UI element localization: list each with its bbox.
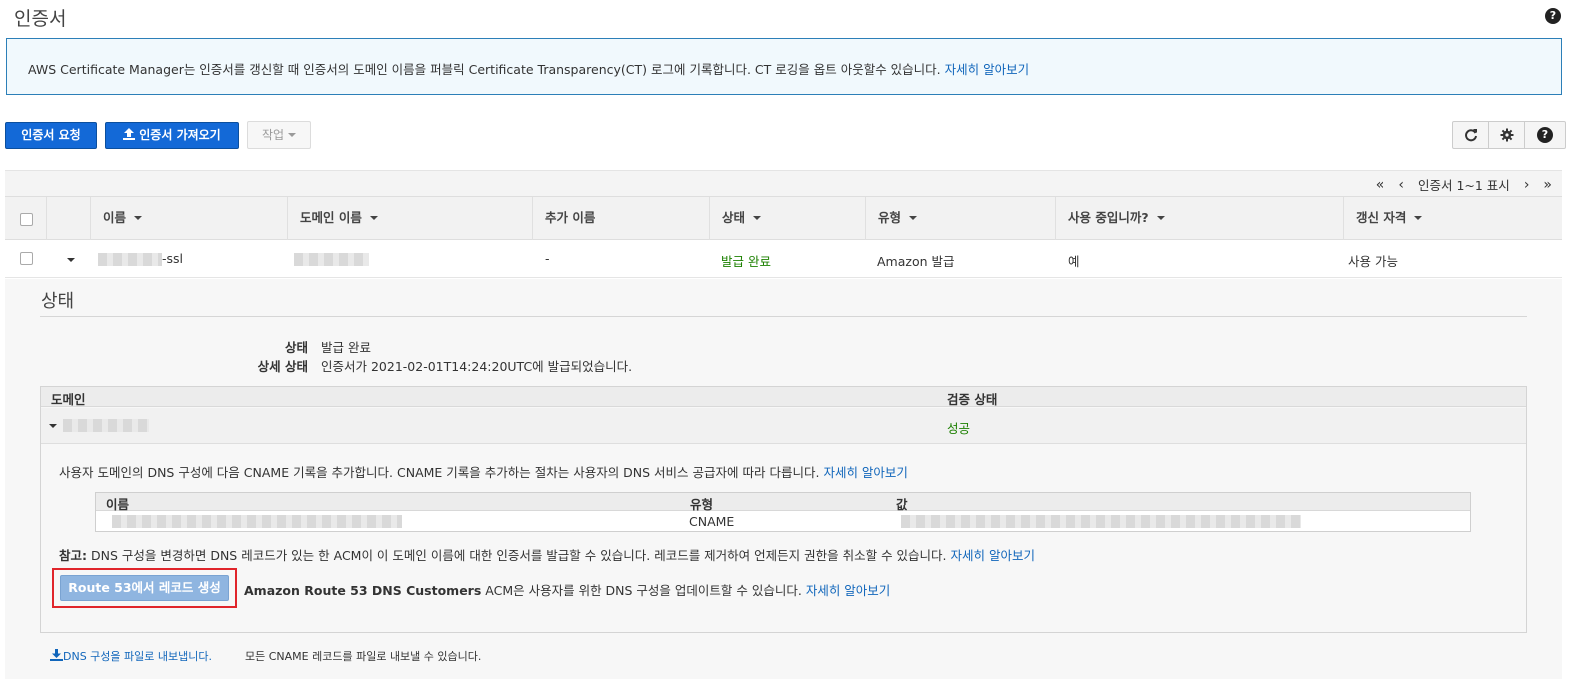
table-tools: ? (1452, 121, 1566, 149)
export-dns-link[interactable]: DNS 구성을 파일로 내보냅니다. (50, 648, 212, 664)
column-header-status[interactable]: 상태 (709, 197, 865, 240)
redacted-name (98, 253, 162, 266)
actions-label: 작업 (261, 128, 285, 142)
prev-page-icon[interactable]: ‹ (1398, 177, 1404, 193)
validation-column-header: 검증 상태 (947, 392, 998, 407)
caret-down-icon (288, 133, 297, 137)
export-description: 모든 CNAME 레코드를 파일로 내보낼 수 있습니다. (245, 650, 482, 663)
cname-record-table: 이름 유형 값 CNAME (95, 492, 1471, 532)
last-page-icon[interactable]: » (1543, 177, 1552, 193)
cname-instruction: 사용자 도메인의 DNS 구성에 다음 CNAME 기록을 추가합니다. CNA… (59, 465, 908, 480)
sort-caret-icon (909, 216, 918, 220)
first-page-icon[interactable]: « (1376, 177, 1385, 193)
select-all-checkbox[interactable] (20, 213, 33, 226)
dns-note: 참고: DNS 구성을 변경하면 DNS 레코드가 있는 한 ACM이 이 도메… (59, 548, 1035, 563)
sort-caret-icon (134, 216, 143, 220)
section-divider (40, 316, 1527, 317)
redacted-cname-name (112, 515, 402, 528)
cname-table-header: 이름 유형 값 (96, 493, 1470, 512)
page-title: 인증서 (14, 8, 67, 30)
cname-type-header: 유형 (690, 497, 714, 512)
row-certificate-name[interactable]: -ssl (98, 251, 183, 266)
redacted-domain (294, 253, 369, 266)
row-renewal: 사용 가능 (1348, 254, 1398, 269)
create-record-route53-button[interactable]: Route 53에서 레코드 생성 (60, 575, 229, 601)
expand-column-header (46, 197, 90, 240)
refresh-button[interactable] (1452, 121, 1489, 149)
gear-icon (1500, 128, 1513, 142)
next-page-icon[interactable]: › (1524, 177, 1530, 193)
ct-logging-banner: AWS Certificate Manager는 인증서를 갱신할 때 인증서의… (6, 38, 1562, 95)
route53-description: Amazon Route 53 DNS Customers ACM은 사용자를 … (244, 583, 891, 598)
domain-row[interactable]: 성공 (41, 408, 1526, 444)
banner-text: AWS Certificate Manager는 인증서를 갱신할 때 인증서의… (28, 62, 941, 77)
route53-learn-more-link[interactable]: 자세히 알아보기 (806, 583, 890, 598)
import-certificate-button[interactable]: 인증서 가져오기 (105, 122, 239, 149)
sort-caret-icon (753, 216, 762, 220)
sort-caret-icon (1156, 216, 1165, 220)
table-row[interactable]: -ssl - 발급 완료 Amazon 발급 예 사용 가능 (5, 240, 1562, 278)
import-label: 인증서 가져오기 (139, 128, 221, 142)
help-icon[interactable]: ? (1545, 8, 1561, 24)
row-domain-name (294, 251, 369, 266)
sort-caret-icon (1414, 216, 1423, 220)
table-help-button[interactable]: ? (1524, 121, 1566, 149)
detail-status-label: 상세 상태 (257, 359, 308, 374)
settings-button[interactable] (1488, 121, 1525, 149)
cname-learn-more-link[interactable]: 자세히 알아보기 (823, 465, 907, 480)
request-certificate-button[interactable]: 인증서 요청 (5, 122, 97, 149)
download-icon (50, 649, 63, 661)
cname-type-value: CNAME (689, 514, 735, 529)
route53-customers-label: Amazon Route 53 DNS Customers (244, 583, 482, 598)
redacted-domain (63, 419, 149, 432)
column-header-type[interactable]: 유형 (865, 197, 1055, 240)
pagination: « ‹ 인증서 1~1 표시 › » (1376, 175, 1552, 194)
status-label: 상태 (284, 340, 308, 355)
row-expand-toggle[interactable] (63, 252, 75, 267)
column-header-domain[interactable]: 도메인 이름 (287, 197, 532, 240)
actions-dropdown[interactable]: 작업 (247, 121, 311, 149)
refresh-icon (1464, 129, 1477, 142)
cname-value-header: 값 (896, 497, 908, 512)
cname-name-header: 이름 (106, 497, 130, 512)
redacted-cname-value (901, 515, 1301, 528)
upload-icon (123, 128, 136, 140)
validation-status: 성공 (947, 421, 971, 436)
domain-table-header: 도메인 검증 상태 (41, 387, 1526, 407)
route53-highlight: Route 53에서 레코드 생성 (52, 568, 237, 608)
row-status: 발급 완료 (721, 254, 771, 269)
status-section-title: 상태 (41, 291, 75, 312)
column-header-renewal[interactable]: 갱신 자격 (1343, 197, 1562, 240)
domain-column-header: 도메인 (51, 392, 86, 407)
table-header: 이름 도메인 이름 추가 이름 상태 유형 사용 중입니까? 갱신 자격 (5, 196, 1562, 240)
column-header-additional-names: 추가 이름 (532, 197, 709, 240)
status-value: 발급 완료 (321, 340, 371, 355)
note-learn-more-link[interactable]: 자세히 알아보기 (951, 548, 1035, 563)
banner-learn-more-link[interactable]: 자세히 알아보기 (945, 62, 1029, 77)
column-header-in-use[interactable]: 사용 중입니까? (1055, 197, 1343, 240)
row-additional-names: - (545, 251, 550, 266)
row-in-use: 예 (1068, 254, 1080, 269)
pagination-text: 인증서 1~1 표시 (1417, 178, 1510, 193)
pager-bar: « ‹ 인증서 1~1 표시 › » (5, 170, 1562, 196)
caret-down-icon (67, 258, 75, 262)
help-icon: ? (1537, 127, 1553, 143)
column-header-name[interactable]: 이름 (90, 197, 287, 240)
sort-caret-icon (369, 216, 378, 220)
row-checkbox[interactable] (20, 252, 33, 265)
caret-down-icon[interactable] (49, 424, 57, 428)
note-label: 참고: (59, 548, 87, 563)
row-type: Amazon 발급 (877, 254, 955, 269)
detail-status-value: 인증서가 2021-02-01T14:24:20UTC에 발급되었습니다. (321, 359, 633, 374)
